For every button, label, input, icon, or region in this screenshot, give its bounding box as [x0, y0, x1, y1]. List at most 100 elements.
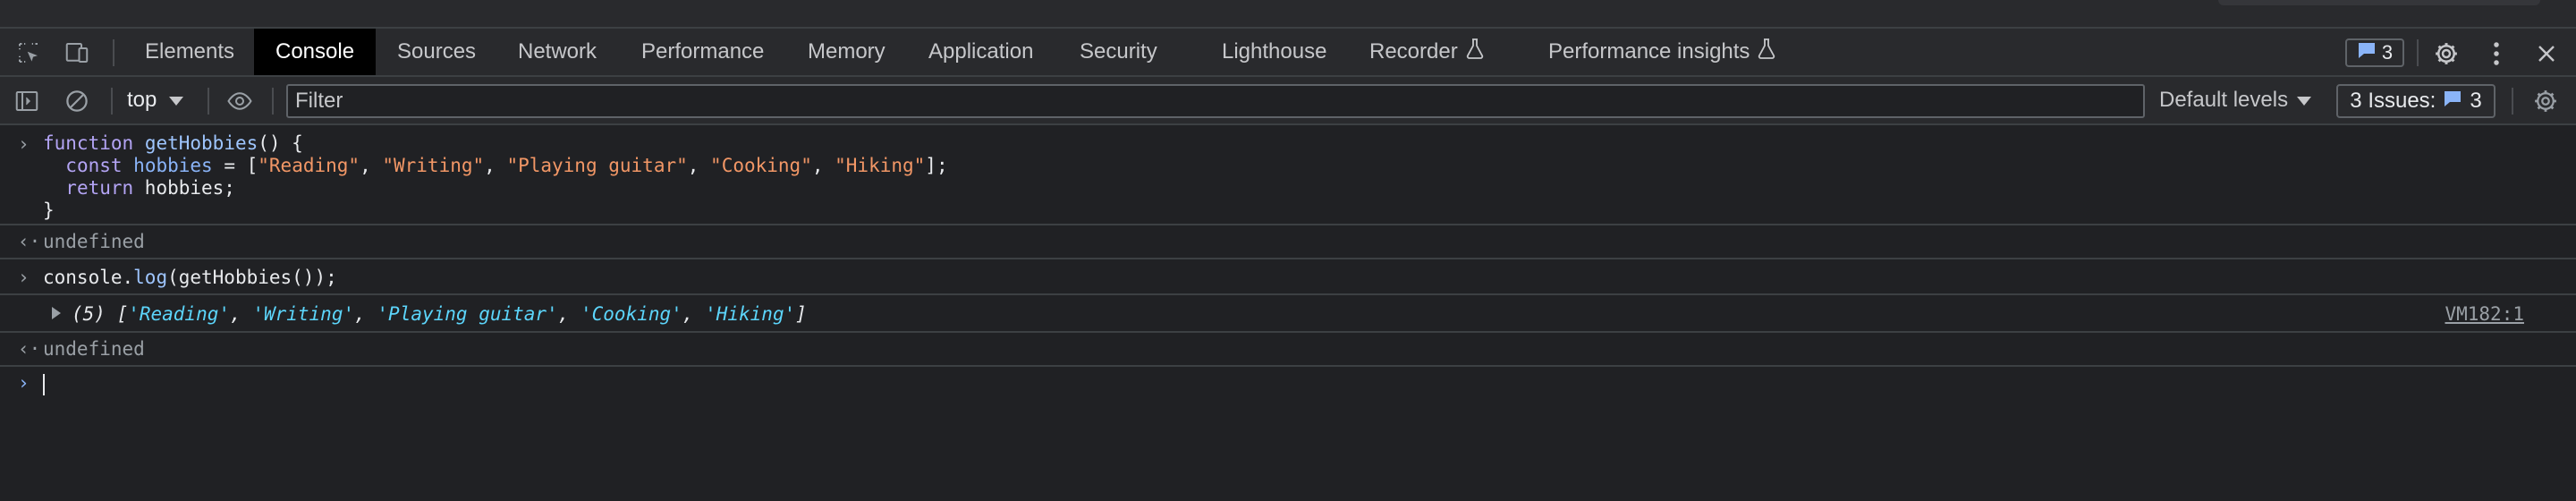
result-arrow-icon: ‹· [18, 231, 41, 252]
code-text: hobbies; [133, 177, 235, 199]
context-value: top [127, 88, 157, 112]
console-input-entry: › function getHobbies() { const hobbies … [0, 125, 2576, 225]
tab-sources[interactable]: Sources [376, 29, 497, 75]
result-value: undefined [43, 231, 145, 252]
code-text: = [ [212, 155, 258, 176]
devtools-tabbar: Elements Console Sources Network Perform… [0, 29, 2576, 77]
source-location-link[interactable]: VM182:1 [2445, 303, 2524, 325]
array-preview: (5) ['Reading', 'Writing', 'Playing guit… [72, 303, 807, 325]
string-literal: "Writing" [382, 155, 485, 176]
code-line: console.log(getHobbies()); [43, 267, 337, 289]
tab-label: Memory [808, 39, 886, 64]
variable: hobbies [133, 155, 213, 176]
prompt-chevron-icon: › [18, 372, 30, 394]
tabbar-separator [113, 39, 114, 66]
experiment-flask-icon [1465, 30, 1485, 76]
tab-label: Network [518, 39, 597, 64]
keyword: const [65, 155, 123, 176]
tab-network[interactable]: Network [496, 29, 618, 75]
console-toolbar: top Default levels 3 Issues: 3 [0, 77, 2576, 125]
array-item: 'Writing' [252, 303, 355, 325]
tab-console[interactable]: Console [254, 29, 377, 75]
array-suffix: ] [795, 303, 807, 325]
code-text: } [43, 200, 55, 221]
inspect-element-icon[interactable] [14, 38, 43, 67]
tab-memory[interactable]: Memory [786, 29, 907, 75]
array-prefix: (5) [ [72, 303, 129, 325]
array-item: 'Reading' [128, 303, 231, 325]
toolbar-separator [111, 88, 113, 115]
expand-triangle-icon[interactable] [50, 304, 63, 326]
tab-label: Application [928, 39, 1034, 64]
experiment-flask-icon [1757, 30, 1776, 76]
console-result-entry: ‹· undefined [0, 333, 2576, 367]
tab-label: Elements [145, 39, 235, 64]
string-literal: "Reading" [258, 155, 360, 176]
show-sidebar-icon[interactable] [13, 87, 41, 115]
keyword: return [65, 177, 134, 199]
window-top-strip [0, 0, 2576, 29]
levels-label: Default levels [2159, 88, 2289, 112]
function-name: log [133, 267, 168, 288]
input-prompt-chevron-icon: › [18, 267, 30, 288]
issues-badge-count: 3 [2381, 41, 2394, 64]
console-prompt[interactable]: › [0, 367, 2576, 403]
log-levels-dropdown[interactable]: Default levels [2159, 86, 2312, 115]
issues-button[interactable]: 3 Issues: 3 [2336, 84, 2496, 118]
console-log-message[interactable]: (5) ['Reading', 'Writing', 'Playing guit… [0, 295, 2576, 333]
tab-label: Sources [397, 39, 477, 64]
code-line: const hobbies = ["Reading", "Writing", "… [65, 155, 948, 176]
tabbar-separator [2417, 39, 2419, 66]
code-line: return hobbies; [43, 177, 235, 200]
issues-label: 3 Issues: [2350, 89, 2436, 113]
result-arrow-icon: ‹· [18, 338, 41, 360]
clear-console-icon[interactable] [63, 87, 91, 115]
tab-lighthouse[interactable]: Lighthouse [1200, 29, 1348, 75]
chevron-down-icon [169, 96, 184, 106]
tab-performance[interactable]: Performance [620, 29, 785, 75]
issues-badge-button[interactable]: 3 [2345, 38, 2404, 67]
code-text: () { [258, 132, 303, 154]
string-literal: "Playing guitar" [506, 155, 688, 176]
close-icon[interactable] [2531, 38, 2562, 69]
array-item: 'Playing guitar' [377, 303, 558, 325]
more-options-icon[interactable] [2481, 38, 2512, 69]
window-tab-shadow [2218, 0, 2540, 5]
tab-application[interactable]: Application [907, 29, 1055, 75]
tab-label: Performance insights [1548, 39, 1750, 64]
tab-security[interactable]: Security [1058, 29, 1179, 75]
javascript-context-select[interactable]: top [127, 86, 184, 115]
toolbar-separator [2512, 88, 2513, 115]
console-output: › function getHobbies() { const hobbies … [0, 125, 2576, 403]
issues-count: 3 [2470, 89, 2482, 113]
toolbar-separator [208, 88, 209, 115]
code-text: (getHobbies()); [167, 267, 337, 288]
code-text: ]; [925, 155, 948, 176]
tab-label: Recorder [1369, 39, 1458, 64]
console-result-entry: ‹· undefined [0, 225, 2576, 259]
live-expression-eye-icon[interactable] [225, 87, 254, 115]
code-line: } [43, 200, 55, 222]
device-toolbar-icon[interactable] [63, 38, 91, 67]
tab-label: Security [1080, 39, 1157, 64]
toolbar-separator [272, 88, 274, 115]
settings-gear-icon[interactable] [2431, 38, 2462, 69]
console-settings-gear-icon[interactable] [2531, 87, 2560, 115]
tab-label: Performance [641, 39, 765, 64]
code-text: console. [43, 267, 134, 288]
tab-recorder[interactable]: Recorder [1348, 29, 1506, 75]
filter-input[interactable] [286, 84, 2145, 118]
string-literal: "Cooking" [710, 155, 812, 176]
keyword: function [43, 132, 134, 154]
chevron-down-icon [2297, 96, 2312, 106]
console-input-entry: › console.log(getHobbies()); [0, 259, 2576, 295]
input-prompt-chevron-icon: › [18, 133, 30, 155]
result-value: undefined [43, 338, 145, 360]
message-icon [2357, 41, 2377, 64]
string-literal: "Hiking" [835, 155, 926, 176]
message-icon [2443, 89, 2462, 114]
tab-performance-insights[interactable]: Performance insights [1527, 29, 1798, 75]
code-line: function getHobbies() { [43, 132, 303, 155]
function-name: getHobbies [144, 132, 258, 154]
tab-elements[interactable]: Elements [123, 29, 256, 75]
